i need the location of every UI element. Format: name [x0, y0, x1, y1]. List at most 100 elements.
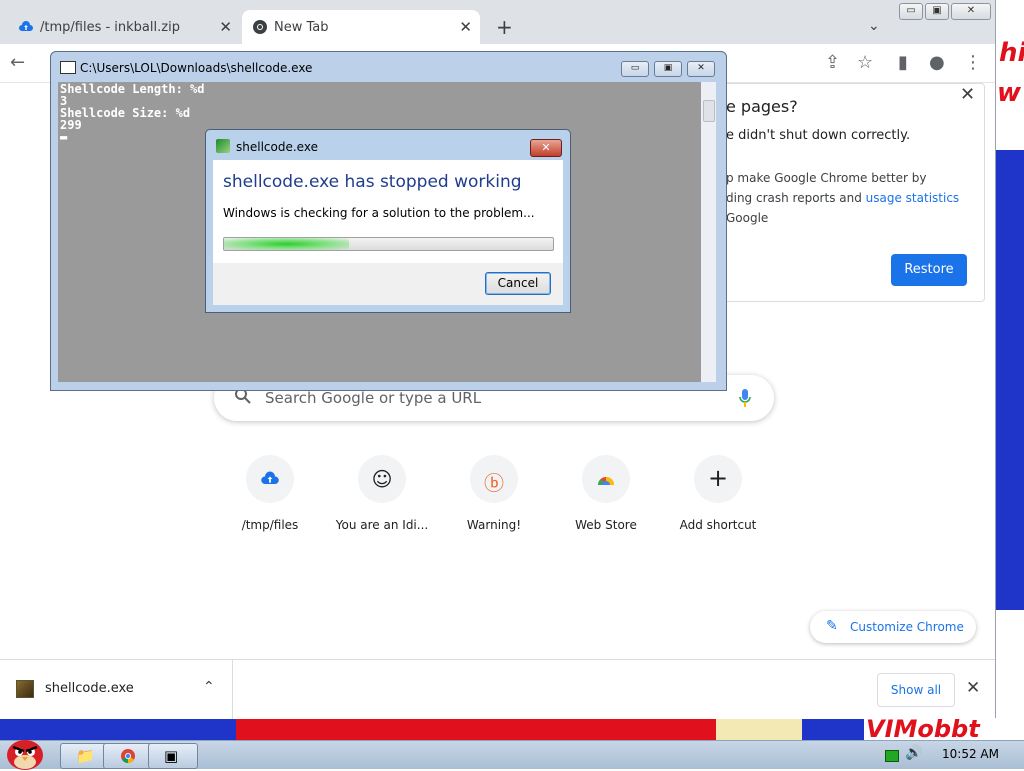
new-tab-button[interactable]: +	[496, 15, 513, 39]
chrome-icon	[121, 749, 135, 763]
shortcut-tile: +	[694, 455, 742, 503]
exe-file-icon	[16, 680, 34, 698]
restore-desc-line: ding crash reports and usage statistics	[726, 188, 971, 208]
taskbar-chrome[interactable]	[103, 743, 153, 769]
smiley-icon: ☺	[371, 467, 393, 491]
restore-message: e didn't shut down correctly.	[726, 128, 911, 143]
wallpaper-yellow-area	[716, 718, 802, 740]
chevron-up-icon[interactable]: ⌃	[203, 679, 215, 695]
console-output: Shellcode Length: %d 3 Shellcode Size: %…	[60, 82, 205, 144]
tab-title: New Tab	[274, 20, 329, 35]
dialog-heading: shellcode.exe has stopped working	[223, 172, 522, 192]
restore-description: p make Google Chrome better by ding cras…	[726, 168, 971, 228]
dialog-title: shellcode.exe	[236, 140, 318, 154]
taskbar: 📁 ▣ 🔊 10:52 AM	[0, 740, 1024, 770]
cloud-upload-icon	[261, 471, 279, 484]
download-item[interactable]: shellcode.exe ⌃	[0, 660, 233, 719]
profile-icon[interactable]: ●	[929, 52, 945, 73]
cancel-button[interactable]: Cancel	[485, 272, 551, 295]
restore-title: e pages?	[726, 97, 798, 116]
dialog-close-button[interactable]: ✕	[530, 139, 562, 157]
close-window-button[interactable]: ✕	[951, 3, 991, 20]
customize-label: Customize Chrome	[850, 620, 964, 634]
plus-icon: +	[707, 464, 729, 492]
shortcut-label: Web Store	[575, 518, 637, 532]
shortcut-tile: ⓑ	[470, 455, 518, 503]
wallpaper-text: VIMobbt	[866, 718, 980, 740]
maximize-button[interactable]: ▣	[925, 3, 949, 20]
download-file-name: shellcode.exe	[45, 681, 134, 696]
usage-statistics-link[interactable]: usage statistics	[866, 191, 960, 205]
more-icon[interactable]: ⋮	[964, 52, 982, 73]
shortcut-tmp-files[interactable]: /tmp/files	[214, 455, 326, 545]
start-button[interactable]	[2, 731, 48, 771]
tab-new-tab[interactable]: New Tab ✕	[242, 10, 480, 44]
share-icon[interactable]: ⇪	[825, 52, 840, 73]
tab-search-icon[interactable]: ⌄	[868, 18, 880, 34]
desktop-wallpaper-right: hit w	[995, 0, 1024, 740]
tab-tmp-files[interactable]: /tmp/files - inkball.zip ✕	[8, 10, 240, 44]
error-dialog: shellcode.exe ✕ shellcode.exe has stoppe…	[205, 129, 571, 313]
restore-desc-line: p make Google Chrome better by	[726, 171, 927, 185]
dialog-message: Windows is checking for a solution to th…	[223, 206, 535, 220]
wallpaper-text: hit	[999, 38, 1024, 68]
restore-desc-text: ding crash reports and	[726, 191, 866, 205]
restore-button[interactable]: Restore	[891, 254, 967, 286]
wallpaper-blue-area	[802, 718, 864, 740]
console-maximize-button[interactable]: ▣	[654, 61, 682, 77]
shortcut-label: You are an Idi...	[335, 518, 429, 532]
dialog-footer: Cancel	[213, 263, 563, 305]
shortcut-web-store[interactable]: Web Store	[550, 455, 662, 545]
console-minimize-button[interactable]: ▭	[621, 61, 649, 77]
scrollbar-thumb[interactable]	[703, 100, 715, 122]
progress-bar	[223, 237, 554, 251]
chrome-icon	[253, 20, 267, 34]
explorer-icon: 📁	[76, 747, 95, 765]
dialog-body: shellcode.exe has stopped working Window…	[213, 160, 563, 263]
shortcut-label: Warning!	[466, 518, 522, 532]
search-placeholder: Search Google or type a URL	[265, 389, 482, 407]
tab-close-icon[interactable]: ✕	[219, 18, 232, 36]
console-title: C:\Users\LOL\Downloads\shellcode.exe	[80, 61, 313, 75]
console-icon: ▣	[164, 747, 179, 765]
console-scrollbar[interactable]	[701, 82, 716, 382]
bitly-icon: ⓑ	[484, 471, 504, 495]
web-store-icon	[598, 477, 614, 485]
tab-title: /tmp/files - inkball.zip	[40, 20, 180, 35]
pencil-icon: ✎	[826, 618, 838, 634]
star-icon[interactable]: ☆	[857, 52, 873, 73]
download-bar: shellcode.exe ⌃ Show all ✕	[0, 659, 995, 719]
cloud-upload-icon	[19, 21, 33, 31]
back-arrow-icon[interactable]: ←	[10, 52, 25, 73]
program-icon	[216, 139, 230, 153]
side-panel-icon[interactable]: ▮	[898, 52, 908, 73]
shortcut-tile: ☺	[358, 455, 406, 503]
tab-close-icon[interactable]: ✕	[459, 18, 472, 36]
shortcut-label: /tmp/files	[241, 518, 299, 532]
clock[interactable]: 10:52 AM	[942, 747, 999, 761]
network-icon[interactable]	[885, 750, 899, 762]
restore-pages-panel: e pages? ✕ e didn't shut down correctly.…	[705, 83, 985, 302]
shortcut-you-are-an-idiot[interactable]: ☺ You are an Idi...	[326, 455, 438, 545]
shortcut-tile	[246, 455, 294, 503]
shortcut-tile	[582, 455, 630, 503]
console-window-icon	[60, 61, 76, 74]
wallpaper-red-area	[236, 718, 716, 740]
wallpaper-text: w	[997, 78, 1022, 108]
desktop-wallpaper-bottom: VIMobbt	[0, 718, 995, 740]
volume-icon[interactable]: 🔊	[905, 745, 922, 761]
add-shortcut-button[interactable]: + Add shortcut	[662, 455, 774, 545]
wallpaper-blue-area	[995, 150, 1024, 610]
console-close-button[interactable]: ✕	[687, 61, 715, 77]
minimize-button[interactable]: ▭	[899, 3, 923, 20]
restore-desc-line: Google	[726, 211, 769, 225]
show-all-button[interactable]: Show all	[877, 673, 955, 707]
close-download-bar-icon[interactable]: ✕	[966, 678, 980, 698]
shortcut-label: Add shortcut	[679, 518, 757, 532]
microphone-icon[interactable]	[738, 388, 752, 408]
taskbar-console[interactable]: ▣	[148, 743, 198, 769]
close-icon[interactable]: ✕	[960, 84, 975, 105]
shortcut-warning[interactable]: ⓑ Warning!	[438, 455, 550, 545]
customize-chrome-button[interactable]: ✎ Customize Chrome	[810, 611, 976, 643]
progress-fill	[224, 238, 350, 250]
